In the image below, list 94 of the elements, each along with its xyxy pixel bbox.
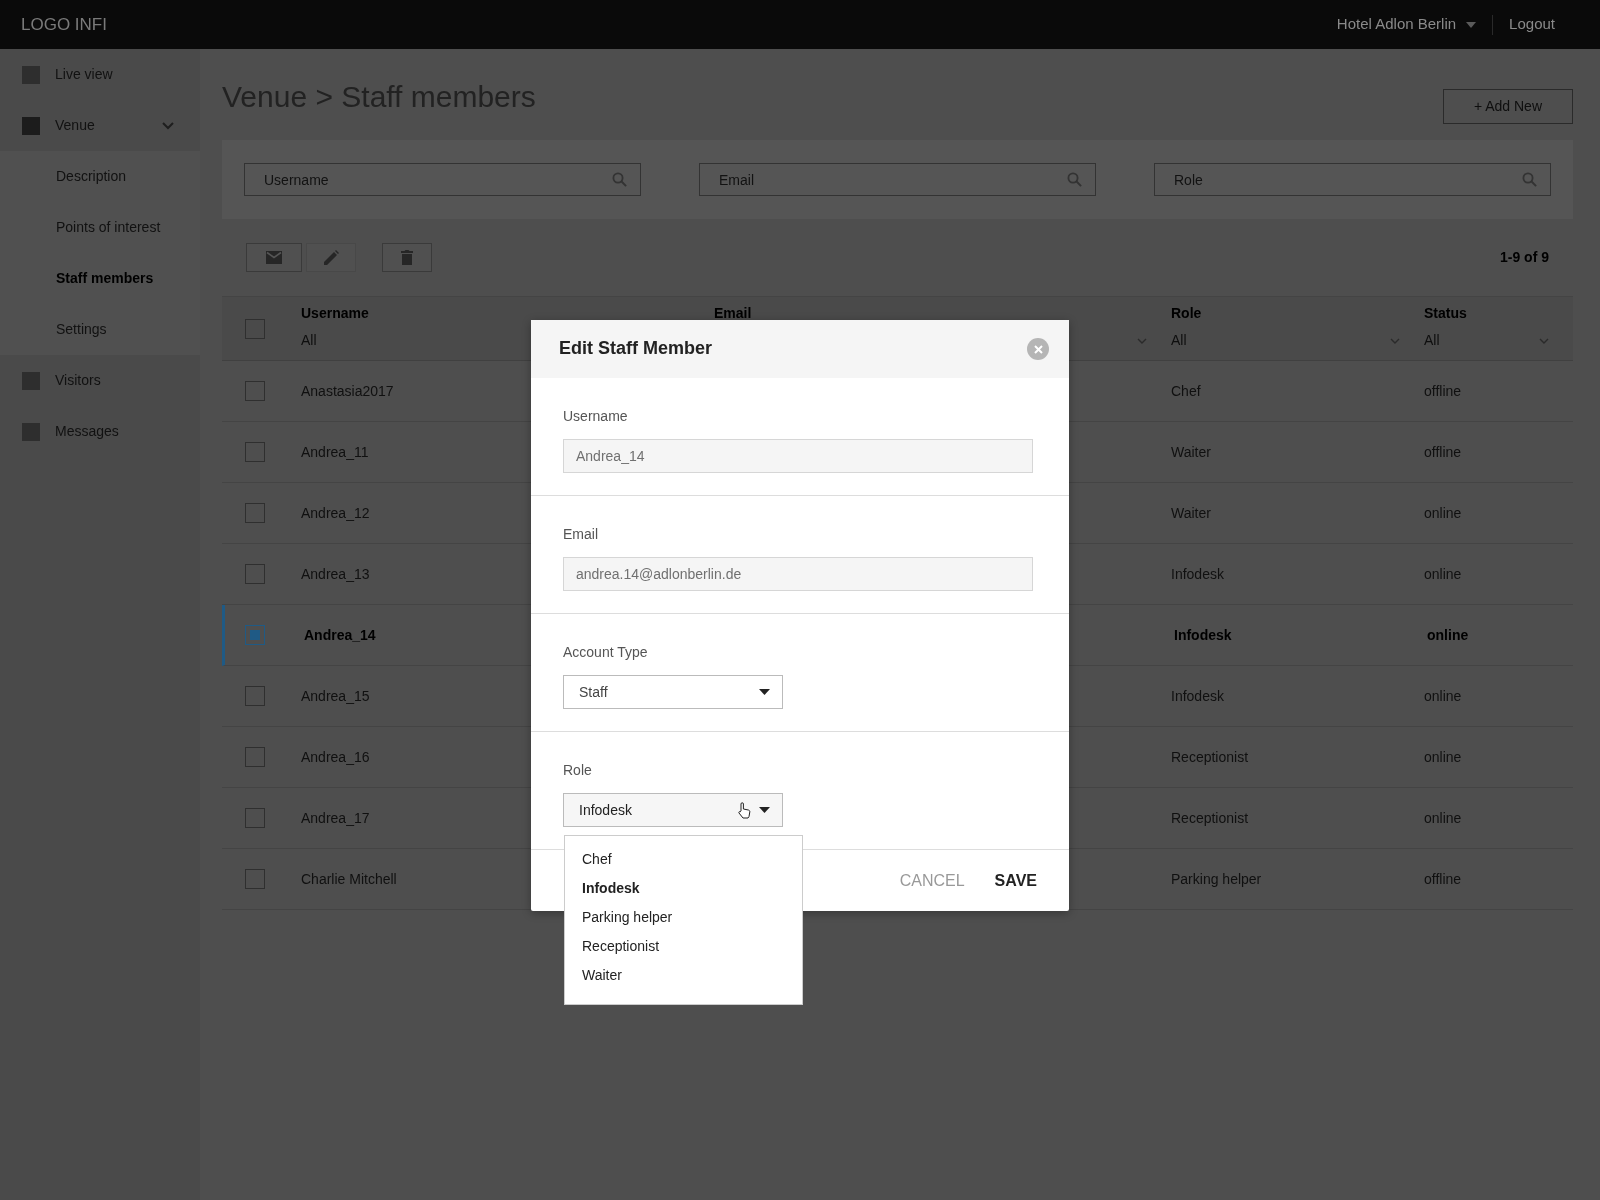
table-cell: Receptionist [1171, 748, 1249, 765]
search-field[interactable]: Email [699, 163, 1096, 196]
pagination-count: 1-9 of 9 [1500, 248, 1549, 267]
column-header: Role [1171, 304, 1203, 323]
edit-button[interactable] [306, 243, 356, 272]
row-checkbox[interactable] [245, 381, 265, 401]
sidebar-item[interactable]: Staff members [0, 253, 200, 304]
table-cell: Receptionist [1171, 809, 1249, 826]
delete-button[interactable] [382, 243, 432, 272]
dropdown-option[interactable]: Waiter [565, 961, 802, 990]
dropdown-option[interactable]: Receptionist [565, 932, 802, 961]
table-cell: online [1424, 565, 1462, 582]
square-icon [22, 371, 40, 390]
sidebar-item[interactable]: Description [0, 151, 200, 202]
table-cell: Waiter [1171, 504, 1211, 521]
table-cell: Andrea_12 [301, 504, 370, 521]
field-label: Role [563, 761, 593, 780]
venue-menu[interactable]: Hotel Adlon Berlin [1336, 13, 1477, 36]
table-cell: Andrea_15 [301, 687, 370, 704]
envelope-icon [266, 251, 282, 264]
caret-icon [1466, 21, 1477, 28]
table-cell: Anastasia2017 [301, 382, 394, 399]
square-icon [22, 422, 40, 441]
table-cell: Infodesk [1171, 565, 1224, 582]
table-cell: online [1424, 687, 1462, 704]
sidebar-item[interactable]: Venue [0, 100, 200, 151]
table-cell: online [1424, 748, 1462, 765]
search-icon [1067, 172, 1082, 187]
column-filter[interactable]: All [301, 330, 317, 351]
dropdown-option[interactable]: Chef [565, 845, 802, 874]
table-cell: Andrea_11 [301, 443, 369, 460]
row-checkbox[interactable] [245, 869, 265, 889]
table-cell: Parking helper [1171, 870, 1262, 887]
chevron-icon [1539, 337, 1549, 344]
dropdown-option[interactable]: Parking helper [565, 903, 802, 932]
table-cell: offline [1424, 870, 1462, 887]
search-icon [612, 172, 627, 187]
column-filter[interactable]: All [1424, 330, 1440, 351]
row-checkbox[interactable] [245, 503, 265, 523]
square-icon [22, 65, 40, 84]
dialog-title: Edit Staff Member [559, 338, 713, 360]
table-cell: Waiter [1171, 443, 1211, 460]
sidebar-item[interactable]: Live view [0, 49, 200, 100]
table-cell: Andrea_13 [301, 565, 370, 582]
table-cell: online [1424, 504, 1462, 521]
search-field[interactable]: Role [1154, 163, 1551, 196]
column-header: Username [301, 304, 370, 323]
add-new-button[interactable]: + Add New [1442, 89, 1573, 124]
table-cell: offline [1424, 382, 1462, 399]
pencil-icon [323, 250, 339, 265]
table-cell: online [1427, 626, 1469, 643]
table-cell: Infodesk [1171, 687, 1224, 704]
save-button[interactable]: SAVE [994, 868, 1037, 893]
row-checkbox[interactable] [245, 808, 265, 828]
table-cell: Chef [1171, 382, 1201, 399]
logo-text: LOGO INFI [21, 13, 107, 36]
close-button[interactable] [1027, 338, 1049, 360]
column-filter[interactable]: All [1171, 330, 1187, 351]
caret-icon [759, 689, 770, 695]
table-cell: Andrea_17 [301, 809, 370, 826]
column-header: Email [714, 304, 753, 323]
close-icon [1033, 344, 1043, 354]
table-cell: Infodesk [1174, 626, 1232, 643]
column-header: Status [1424, 304, 1468, 323]
select-field[interactable]: Staff [563, 675, 783, 709]
email-button[interactable] [246, 243, 302, 272]
table-cell: offline [1424, 443, 1462, 460]
caret-icon [759, 807, 770, 813]
row-checkbox[interactable] [245, 625, 265, 645]
chevron-icon [1390, 337, 1400, 344]
sidebar-item[interactable]: Messages [0, 406, 200, 457]
cancel-button[interactable]: CANCEL [899, 868, 965, 893]
table-cell: Charlie Mitchell [301, 870, 397, 887]
table-cell: Andrea_14 [304, 626, 376, 643]
row-checkbox[interactable] [245, 564, 265, 584]
trash-icon [401, 250, 413, 265]
dropdown-option[interactable]: Infodesk [565, 874, 802, 903]
select-all-checkbox[interactable] [245, 319, 265, 339]
row-checkbox[interactable] [245, 686, 265, 706]
table-cell: Andrea_16 [301, 748, 370, 765]
hand-cursor-icon [737, 801, 751, 819]
row-checkbox[interactable] [245, 442, 265, 462]
logout-link[interactable]: Logout [1509, 13, 1555, 36]
sidebar-item[interactable]: Settings [0, 304, 200, 355]
row-checkbox[interactable] [245, 747, 265, 767]
field-label: Account Type [563, 643, 649, 662]
table-cell: online [1424, 809, 1462, 826]
field-label: Email [563, 525, 599, 544]
search-field[interactable]: Username [244, 163, 641, 196]
square-icon [22, 116, 40, 135]
sidebar-item[interactable]: Visitors [0, 355, 200, 406]
chevron-icon [1137, 337, 1147, 344]
sidebar-item[interactable]: Points of interest [0, 202, 200, 253]
search-icon [1522, 172, 1537, 187]
